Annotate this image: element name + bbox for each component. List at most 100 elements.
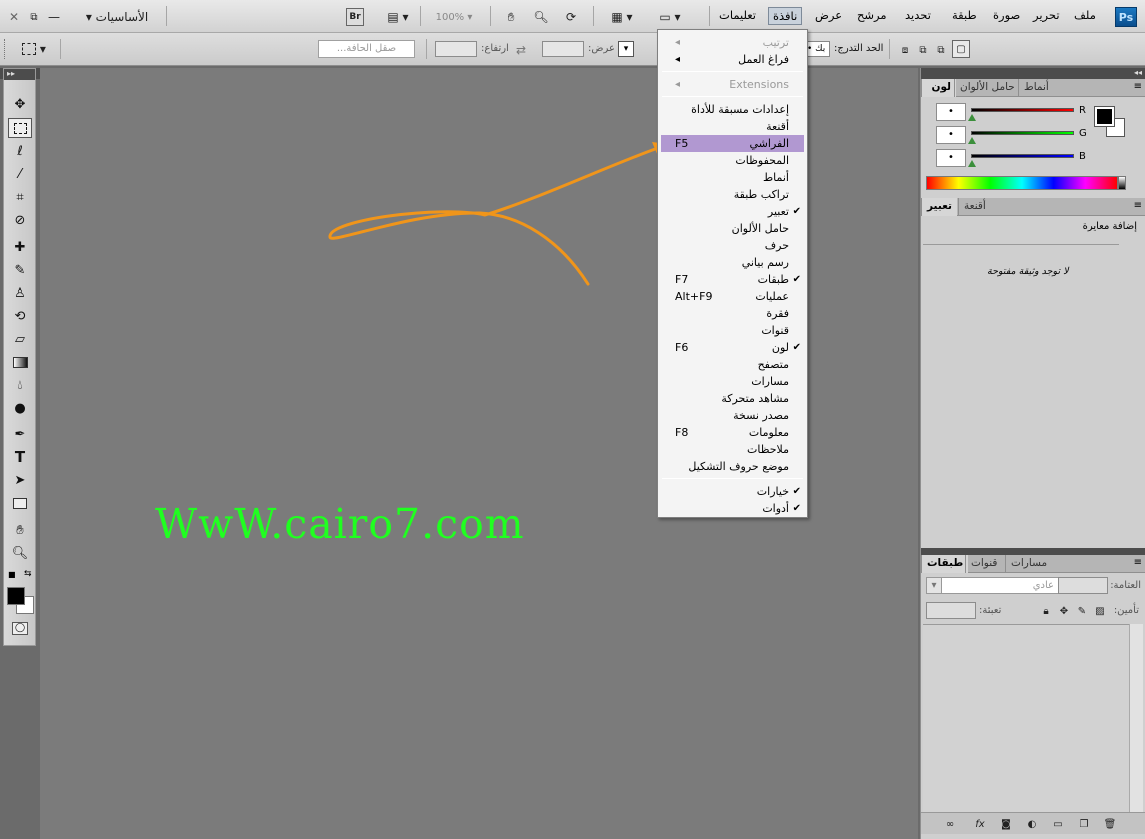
menu-item[interactable]: فراغ العمل ◂ <box>661 51 804 68</box>
clone-stamp-icon[interactable]: ♙ <box>8 283 32 303</box>
tab-masks[interactable]: أقنعة <box>958 198 991 216</box>
eraser-tool-icon[interactable]: ▱ <box>8 329 32 349</box>
type-tool-icon[interactable]: T <box>8 447 32 467</box>
panel-menu-icon[interactable]: ≡ <box>1134 81 1142 92</box>
restore-icon[interactable]: ⧉ <box>28 8 40 26</box>
intersect-selection-icon[interactable]: ⧈ <box>898 41 912 59</box>
eyedropper-icon[interactable]: ⊘ <box>8 210 32 230</box>
menu-item[interactable]: طبقات ✔ F7 <box>661 271 804 288</box>
refine-edge-button[interactable]: صقل الحافة... <box>318 40 415 58</box>
shape-tool-icon[interactable] <box>8 493 32 513</box>
lock-all-icon[interactable]: 🔒︎ <box>1040 602 1052 620</box>
menu-item[interactable]: إعدادات مسبقة للأداة <box>661 101 804 118</box>
menu-item[interactable]: رسم بياني <box>661 254 804 271</box>
menu-item[interactable]: Extensions ◂ <box>661 76 804 93</box>
link-layers-icon[interactable]: ∞ <box>943 815 957 833</box>
lasso-tool-icon[interactable]: ℓ <box>8 141 32 161</box>
foreground-color-swatch[interactable] <box>7 587 25 605</box>
bridge-icon[interactable]: Br <box>346 8 364 26</box>
menu-item[interactable]: قنوات <box>661 322 804 339</box>
menu-select[interactable]: تحديد <box>905 8 931 22</box>
arrange-documents-icon[interactable]: ▦ ▾ <box>602 8 642 26</box>
zoom-level-dropdown[interactable]: 100% ▾ <box>428 8 480 26</box>
subtract-selection-icon[interactable]: ⧉ <box>916 41 930 59</box>
workspace-switcher[interactable]: الأساسيات ▾ <box>72 8 162 26</box>
swap-colors-icon[interactable]: ⇆ <box>24 569 32 579</box>
panel-menu-icon[interactable]: ≡ <box>1134 557 1142 568</box>
tab-paths[interactable]: مسارات <box>1005 555 1052 573</box>
dock-header[interactable]: ◂◂ <box>921 68 1145 79</box>
add-selection-icon[interactable]: ⧉ <box>934 41 948 59</box>
menu-item[interactable]: لون ✔ F6 <box>661 339 804 356</box>
menu-item[interactable]: أقنعة <box>661 118 804 135</box>
blue-value-field[interactable]: • <box>936 149 966 167</box>
close-icon[interactable]: ✕ <box>8 8 20 26</box>
panel-menu-icon[interactable]: ≡ <box>1134 200 1142 211</box>
tab-styles[interactable]: أنماط <box>1018 79 1054 97</box>
green-value-field[interactable]: • <box>936 126 966 144</box>
red-value-field[interactable]: • <box>936 103 966 121</box>
blur-tool-icon[interactable]: 💧︎ <box>8 375 32 395</box>
menu-image[interactable]: صورة <box>993 8 1020 22</box>
fill-field[interactable] <box>926 602 976 619</box>
marquee-tool-icon[interactable] <box>8 118 32 138</box>
layers-scrollbar[interactable] <box>1129 624 1143 812</box>
layers-list[interactable] <box>923 624 1129 812</box>
history-brush-icon[interactable]: ⟲ <box>8 306 32 326</box>
menu-item[interactable]: مسارات <box>661 373 804 390</box>
healing-brush-icon[interactable]: ✚ <box>8 237 32 257</box>
zoom-tool-icon[interactable]: 🔍︎ <box>8 543 32 563</box>
menu-item[interactable]: حامل الألوان <box>661 220 804 237</box>
menu-item[interactable]: حرف <box>661 237 804 254</box>
quick-selection-icon[interactable]: ⁄ <box>8 164 32 184</box>
lock-pixels-icon[interactable]: ✎ <box>1076 602 1088 620</box>
menu-item[interactable]: فقرة <box>661 305 804 322</box>
zoom-tool-icon[interactable]: 🔍︎ <box>532 8 550 26</box>
default-colors-icon[interactable]: ■ <box>8 570 16 579</box>
menu-item[interactable]: ترتيب ◂ <box>661 34 804 51</box>
color-spectrum-bar[interactable] <box>926 176 1118 190</box>
feather-field[interactable]: • بك <box>806 41 830 57</box>
menu-item[interactable]: تعبير ✔ <box>661 203 804 220</box>
opacity-field[interactable] <box>1058 577 1108 594</box>
photoshop-logo[interactable]: Ps <box>1115 7 1137 27</box>
hand-tool-icon[interactable]: ✋︎ <box>8 520 32 540</box>
layer-style-icon[interactable]: fx <box>971 815 989 833</box>
screen-mode-icon[interactable]: ▭ ▾ <box>650 8 690 26</box>
menu-item[interactable]: أنماط <box>661 169 804 186</box>
blue-slider[interactable] <box>971 154 1074 158</box>
menu-help[interactable]: تعليمات <box>719 8 756 22</box>
menu-edit[interactable]: تحرير <box>1033 8 1060 22</box>
move-tool-icon[interactable]: ✥ <box>8 94 32 114</box>
quick-mask-icon[interactable]: ◯ <box>12 622 28 635</box>
menu-item[interactable]: متصفح <box>661 356 804 373</box>
menu-item[interactable]: أدوات ✔ <box>661 500 804 517</box>
swap-icon[interactable]: ⇄ <box>514 41 528 59</box>
menu-filter[interactable]: مرشح <box>857 8 887 22</box>
menu-item[interactable]: معلومات F8 <box>661 424 804 441</box>
green-slider[interactable] <box>971 131 1074 135</box>
menu-layer[interactable]: طبقة <box>952 8 977 22</box>
brush-tool-icon[interactable]: ✎ <box>8 260 32 280</box>
minimize-icon[interactable]: — <box>48 8 60 26</box>
menu-item[interactable]: خيارات ✔ <box>661 483 804 500</box>
menu-item[interactable]: ملاحظات <box>661 441 804 458</box>
height-field[interactable] <box>435 41 477 57</box>
lock-transparency-icon[interactable]: ▨ <box>1094 602 1106 620</box>
tab-adjustments[interactable]: تعبير <box>921 198 957 216</box>
menu-file[interactable]: ملف <box>1074 8 1096 22</box>
menu-item[interactable]: الفراشي F5 <box>661 135 804 152</box>
add-mask-icon[interactable]: ◙ <box>999 815 1013 833</box>
rotate-view-icon[interactable]: ⟳ <box>562 8 580 26</box>
red-slider[interactable] <box>971 108 1074 112</box>
menu-item[interactable]: عمليات Alt+F9 <box>661 288 804 305</box>
crop-tool-icon[interactable]: ⌗ <box>8 187 32 207</box>
menu-window[interactable]: نافذة <box>768 7 803 25</box>
extras-icon[interactable]: ▤ ▾ <box>380 8 416 26</box>
menu-item[interactable]: المحفوظات <box>661 152 804 169</box>
panel-foreground-swatch[interactable] <box>1094 106 1115 127</box>
new-selection-icon[interactable]: ▢ <box>952 40 970 58</box>
path-selection-icon[interactable]: ➤ <box>8 470 32 490</box>
pen-tool-icon[interactable]: ✒ <box>8 424 32 444</box>
adjustment-layer-icon[interactable]: ◐ <box>1025 815 1039 833</box>
